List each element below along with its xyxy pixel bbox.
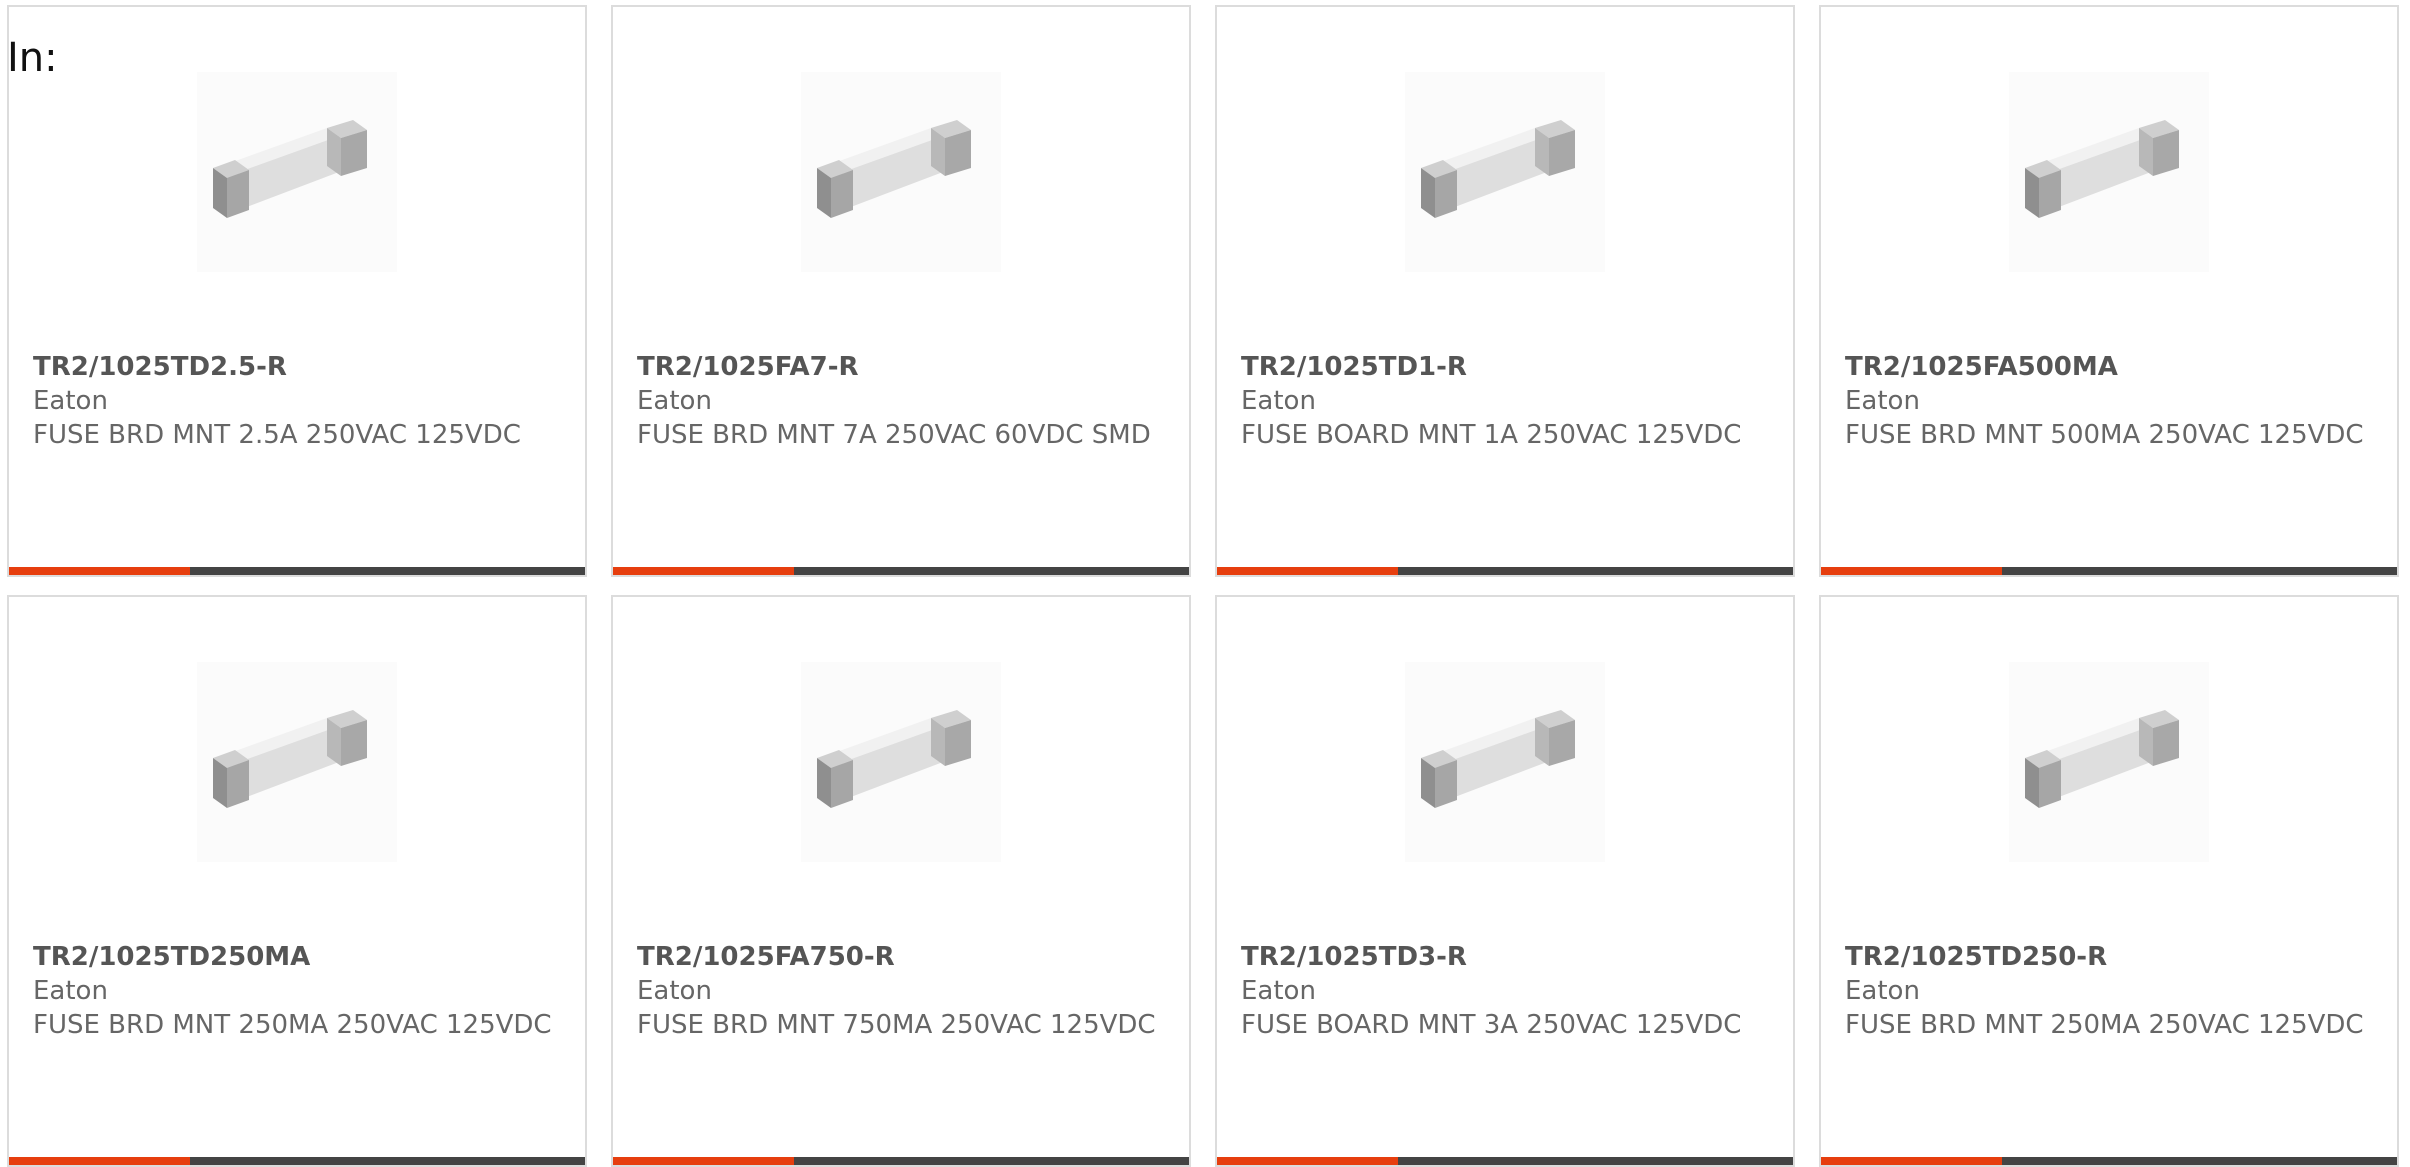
product-info: TR2/1025TD3-R Eaton FUSE BOARD MNT 3A 25… [1241,940,1773,1042]
accent-bar-fill [1217,1157,1399,1165]
product-card[interactable]: TR2/1025FA750-R Eaton FUSE BRD MNT 750MA… [611,595,1191,1167]
part-number-link[interactable]: TR2/1025TD2.5-R [33,350,565,384]
manufacturer: Eaton [33,386,108,416]
product-description: FUSE BRD MNT 500MA 250VAC 125VDC [1845,420,2364,450]
part-number-link[interactable]: TR2/1025TD250-R [1845,940,2377,974]
product-info: TR2/1025TD250-R Eaton FUSE BRD MNT 250MA… [1845,940,2377,1042]
card-accent-bar [9,1157,585,1165]
product-info: TR2/1025FA7-R Eaton FUSE BRD MNT 7A 250V… [637,350,1169,452]
card-accent-bar [613,567,1189,575]
card-accent-bar [9,567,585,575]
manufacturer: Eaton [1241,386,1316,416]
fuse-image[interactable] [197,72,397,272]
fuse-image[interactable] [1405,662,1605,862]
card-accent-bar [1821,1157,2397,1165]
product-card[interactable]: TR2/1025TD3-R Eaton FUSE BOARD MNT 3A 25… [1215,595,1795,1167]
part-number-link[interactable]: TR2/1025FA7-R [637,350,1169,384]
product-card[interactable]: TR2/1025FA500MA Eaton FUSE BRD MNT 500MA… [1819,5,2399,577]
part-number-link[interactable]: TR2/1025TD3-R [1241,940,1773,974]
product-card[interactable]: TR2/1025FA7-R Eaton FUSE BRD MNT 7A 250V… [611,5,1191,577]
accent-bar-fill [1821,1157,2003,1165]
product-description: FUSE BRD MNT 250MA 250VAC 125VDC [1845,1010,2364,1040]
manufacturer: Eaton [1845,386,1920,416]
accent-bar-fill [613,567,795,575]
fuse-image[interactable] [2009,72,2209,272]
product-card[interactable]: TR2/1025TD2.5-R Eaton FUSE BRD MNT 2.5A … [7,5,587,577]
card-accent-bar [613,1157,1189,1165]
manufacturer: Eaton [33,976,108,1006]
manufacturer: Eaton [637,386,712,416]
accent-bar-fill [1821,567,2003,575]
product-info: TR2/1025TD2.5-R Eaton FUSE BRD MNT 2.5A … [33,350,565,452]
product-description: FUSE BOARD MNT 1A 250VAC 125VDC [1241,420,1742,450]
part-number-link[interactable]: TR2/1025FA500MA [1845,350,2377,384]
fuse-image[interactable] [197,662,397,862]
accent-bar-fill [9,567,191,575]
accent-bar-fill [613,1157,795,1165]
product-description: FUSE BRD MNT 2.5A 250VAC 125VDC [33,420,521,450]
product-card[interactable]: TR2/1025TD1-R Eaton FUSE BOARD MNT 1A 25… [1215,5,1795,577]
card-accent-bar [1821,567,2397,575]
accent-bar-fill [9,1157,191,1165]
in-label: In: [7,35,58,81]
product-grid: TR2/1025TD2.5-R Eaton FUSE BRD MNT 2.5A … [7,5,2407,1167]
manufacturer: Eaton [1241,976,1316,1006]
card-accent-bar [1217,567,1793,575]
fuse-image[interactable] [801,662,1001,862]
fuse-image[interactable] [801,72,1001,272]
part-number-link[interactable]: TR2/1025TD250MA [33,940,565,974]
product-description: FUSE BRD MNT 7A 250VAC 60VDC SMD [637,420,1151,450]
product-info: TR2/1025FA750-R Eaton FUSE BRD MNT 750MA… [637,940,1169,1042]
manufacturer: Eaton [637,976,712,1006]
product-info: TR2/1025TD250MA Eaton FUSE BRD MNT 250MA… [33,940,565,1042]
card-accent-bar [1217,1157,1793,1165]
product-info: TR2/1025TD1-R Eaton FUSE BOARD MNT 1A 25… [1241,350,1773,452]
product-description: FUSE BRD MNT 750MA 250VAC 125VDC [637,1010,1156,1040]
fuse-image[interactable] [2009,662,2209,862]
manufacturer: Eaton [1845,976,1920,1006]
accent-bar-fill [1217,567,1399,575]
product-info: TR2/1025FA500MA Eaton FUSE BRD MNT 500MA… [1845,350,2377,452]
fuse-image[interactable] [1405,72,1605,272]
part-number-link[interactable]: TR2/1025TD1-R [1241,350,1773,384]
product-card[interactable]: TR2/1025TD250-R Eaton FUSE BRD MNT 250MA… [1819,595,2399,1167]
part-number-link[interactable]: TR2/1025FA750-R [637,940,1169,974]
product-description: FUSE BRD MNT 250MA 250VAC 125VDC [33,1010,552,1040]
product-description: FUSE BOARD MNT 3A 250VAC 125VDC [1241,1010,1742,1040]
product-card[interactable]: TR2/1025TD250MA Eaton FUSE BRD MNT 250MA… [7,595,587,1167]
